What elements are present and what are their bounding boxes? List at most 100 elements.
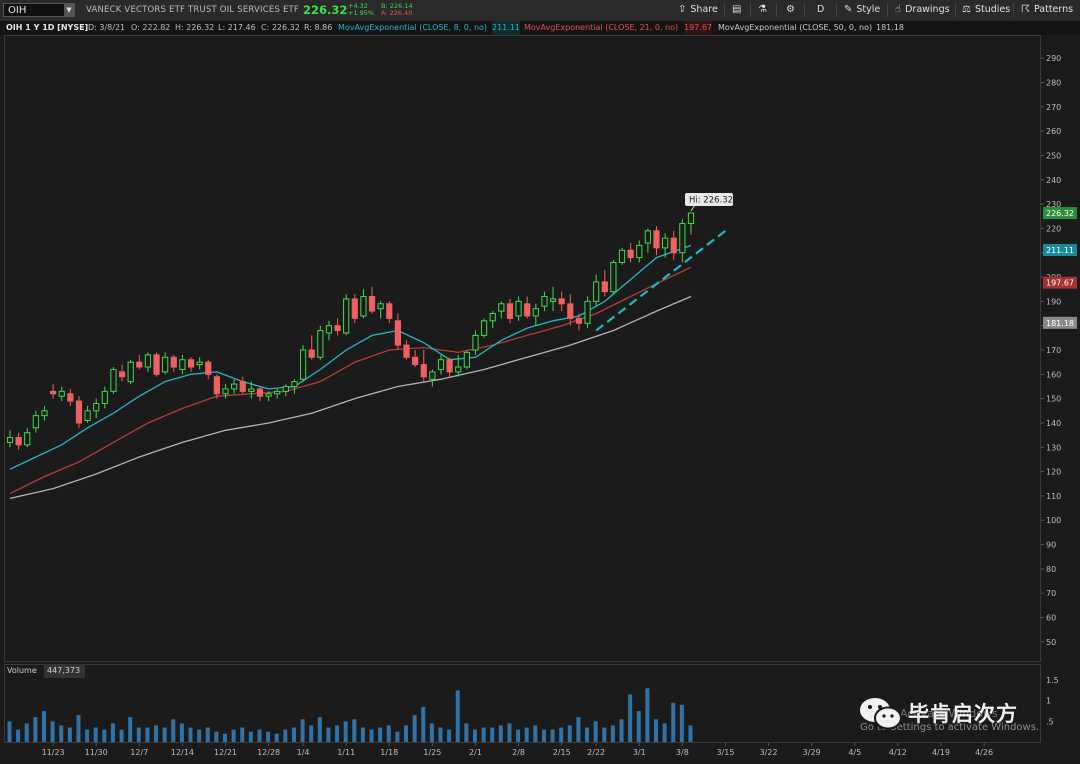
candle-up [644,230,651,244]
volume-bar [559,727,564,742]
y-tick-label: 190 [1046,297,1061,306]
candle-up [6,437,14,443]
candle-up [515,300,522,317]
ema8-line [9,244,692,470]
volume-bar [128,717,133,742]
volume-bar [59,725,64,742]
candle-up [325,325,333,334]
y-tick-label: 60 [1046,614,1056,623]
x-tick-label: 11/30 [85,748,108,757]
volume-bar [636,711,641,742]
volume-bar [179,723,184,742]
volume-label: Volume [7,666,37,675]
candle-up [360,295,367,317]
candle-up [317,330,324,358]
y-tick-label: 240 [1046,176,1061,185]
candle-down [15,437,22,446]
volume-bar [602,727,607,742]
x-tick-label: 2/15 [553,748,571,757]
candle-up [101,390,108,405]
volume-bar [50,721,55,742]
volume-bar [533,725,538,742]
x-tick-label: 1/18 [380,748,398,757]
y-tick-label: 150 [1046,395,1061,404]
candle-up [343,298,350,334]
volume-bar [412,715,417,742]
candle-down [50,390,57,395]
candle-up [58,390,65,397]
candle-up [179,359,186,370]
volume-bar [257,729,262,742]
x-tick-label: 3/1 [633,748,646,757]
candle-up [584,300,591,324]
y-tick-label: 250 [1046,151,1061,160]
x-tick-label: 2/1 [469,748,482,757]
candle-down [187,359,195,368]
volume-bar [628,694,633,742]
candle-down [75,400,83,424]
candle-down [601,281,608,293]
candle-up [265,393,272,397]
x-tick-label: 12/28 [257,748,280,757]
wechat-icon [860,698,902,730]
candle-up [662,237,669,249]
candle-up [144,354,152,368]
x-tick-label: 3/22 [760,748,778,757]
volume-bar [343,721,348,742]
volume-bar [119,729,124,742]
volume-bar [447,729,452,742]
price-chart[interactable]: 5060708090100110120130140150160170180190… [0,0,1080,764]
volume-bar [231,729,236,742]
y-tick-label: 100 [1046,516,1061,525]
volume-bar [671,702,676,742]
hi-callout-label: Hi: 226.32 [689,196,733,206]
volume-bar [481,727,486,742]
candle-down [575,317,583,324]
y-tick-label: 70 [1046,589,1056,598]
volume-bar [593,721,598,742]
volume-bar [662,723,667,742]
y-tick-label: 50 [1046,638,1056,647]
candle-down [386,303,393,319]
volume-bar [516,729,521,742]
x-tick-label: 3/15 [716,748,734,757]
y-tick-label: 280 [1046,78,1061,87]
volume-bar [378,727,383,742]
candle-up [222,388,229,395]
candle-up [541,295,548,307]
candle-down [239,381,246,392]
volume-value: 447,373 [44,664,85,678]
y-tick-label: 80 [1046,565,1056,574]
volume-bar [33,717,38,742]
candle-down [403,344,410,358]
x-tick-label: 3/29 [803,748,821,757]
y-tick-label: 120 [1046,468,1061,477]
candle-up [610,261,617,293]
candle-up [274,390,281,395]
x-tick-label: 4/26 [975,748,993,757]
volume-bar [16,729,21,742]
volume-bar [326,727,331,742]
volume-bar [110,723,115,742]
candle-up [24,432,31,446]
volume-bar [93,727,98,742]
candle-down [524,303,531,317]
volume-bar [85,729,90,742]
candle-up [437,359,445,370]
volume-bar [24,723,29,742]
volume-bar [619,719,624,742]
volume-bar [266,731,271,742]
volume-bar [223,733,227,742]
candle-up [481,320,488,336]
candle-up [532,308,539,317]
candle-up [32,415,39,429]
volume-bar [360,727,365,742]
candle-down [256,388,264,397]
x-tick-label: 3/8 [676,748,689,757]
volume-bar [645,688,650,742]
volume-bar [197,729,202,742]
volume-bar [490,727,495,742]
candle-down [351,298,358,319]
volume-bar [240,727,245,742]
volume-bar [585,727,590,742]
